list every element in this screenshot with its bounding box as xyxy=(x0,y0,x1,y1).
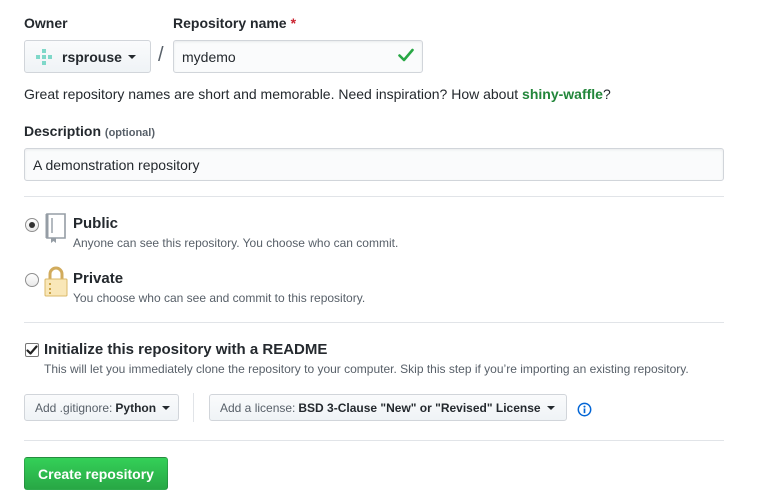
gitignore-prefix: Add .gitignore: xyxy=(35,400,113,415)
radio-selected-dot xyxy=(29,222,35,228)
repo-name-input[interactable]: mydemo xyxy=(173,40,423,73)
readme-note: This will let you immediately clone the … xyxy=(44,362,689,376)
lock-icon xyxy=(43,266,69,301)
divider xyxy=(24,322,724,323)
description-label-text: Description xyxy=(24,123,102,139)
readme-checkbox[interactable] xyxy=(25,343,39,357)
optional-tag: (optional) xyxy=(104,127,156,139)
description-label: Description (optional) xyxy=(24,123,155,139)
gitignore-select[interactable]: Add .gitignore: Python xyxy=(24,394,179,421)
owner-value: rsprouse xyxy=(62,48,122,65)
repo-book-icon xyxy=(43,212,69,247)
info-icon[interactable] xyxy=(577,402,592,420)
create-repository-button[interactable]: Create repository xyxy=(24,457,168,490)
license-prefix: Add a license: xyxy=(220,400,296,415)
chevron-down-icon xyxy=(546,405,555,410)
chevron-down-icon xyxy=(162,405,171,410)
suggested-name-link[interactable]: shiny-waffle xyxy=(522,86,603,102)
public-title: Public xyxy=(73,215,119,232)
repo-name-value: mydemo xyxy=(182,48,236,65)
private-note: You choose who can see and commit to thi… xyxy=(73,291,366,305)
vertical-divider xyxy=(193,393,194,422)
owner-repo-separator: / xyxy=(158,44,164,66)
public-radio[interactable] xyxy=(25,218,39,232)
description-input[interactable]: A demonstration repository xyxy=(24,148,724,181)
private-radio[interactable] xyxy=(25,273,39,287)
repo-name-label-text: Repository name xyxy=(173,15,287,31)
repo-name-label: Repository name * xyxy=(173,15,296,31)
check-icon xyxy=(398,48,414,65)
owner-label: Owner xyxy=(24,15,68,31)
readme-title[interactable]: Initialize this repository with a README xyxy=(44,341,327,358)
suggestion-text: Great repository names are short and mem… xyxy=(24,86,523,102)
owner-avatar xyxy=(35,48,53,66)
checkmark-icon xyxy=(26,345,38,355)
private-title: Private xyxy=(73,270,124,287)
description-value: A demonstration repository xyxy=(33,156,200,173)
gitignore-value: Python xyxy=(115,400,157,415)
license-value: BSD 3-Clause "New" or "Revised" License xyxy=(298,400,541,415)
license-select[interactable]: Add a license: BSD 3-Clause "New" or "Re… xyxy=(209,394,567,421)
suggestion-suffix: ? xyxy=(602,86,611,102)
divider xyxy=(24,196,724,197)
chevron-down-icon xyxy=(127,54,136,59)
owner-select[interactable]: rsprouse xyxy=(24,40,151,73)
divider xyxy=(24,440,724,441)
repo-name-suggestion: Great repository names are short and mem… xyxy=(24,86,611,102)
public-note: Anyone can see this repository. You choo… xyxy=(73,236,399,250)
required-mark: * xyxy=(290,15,297,31)
